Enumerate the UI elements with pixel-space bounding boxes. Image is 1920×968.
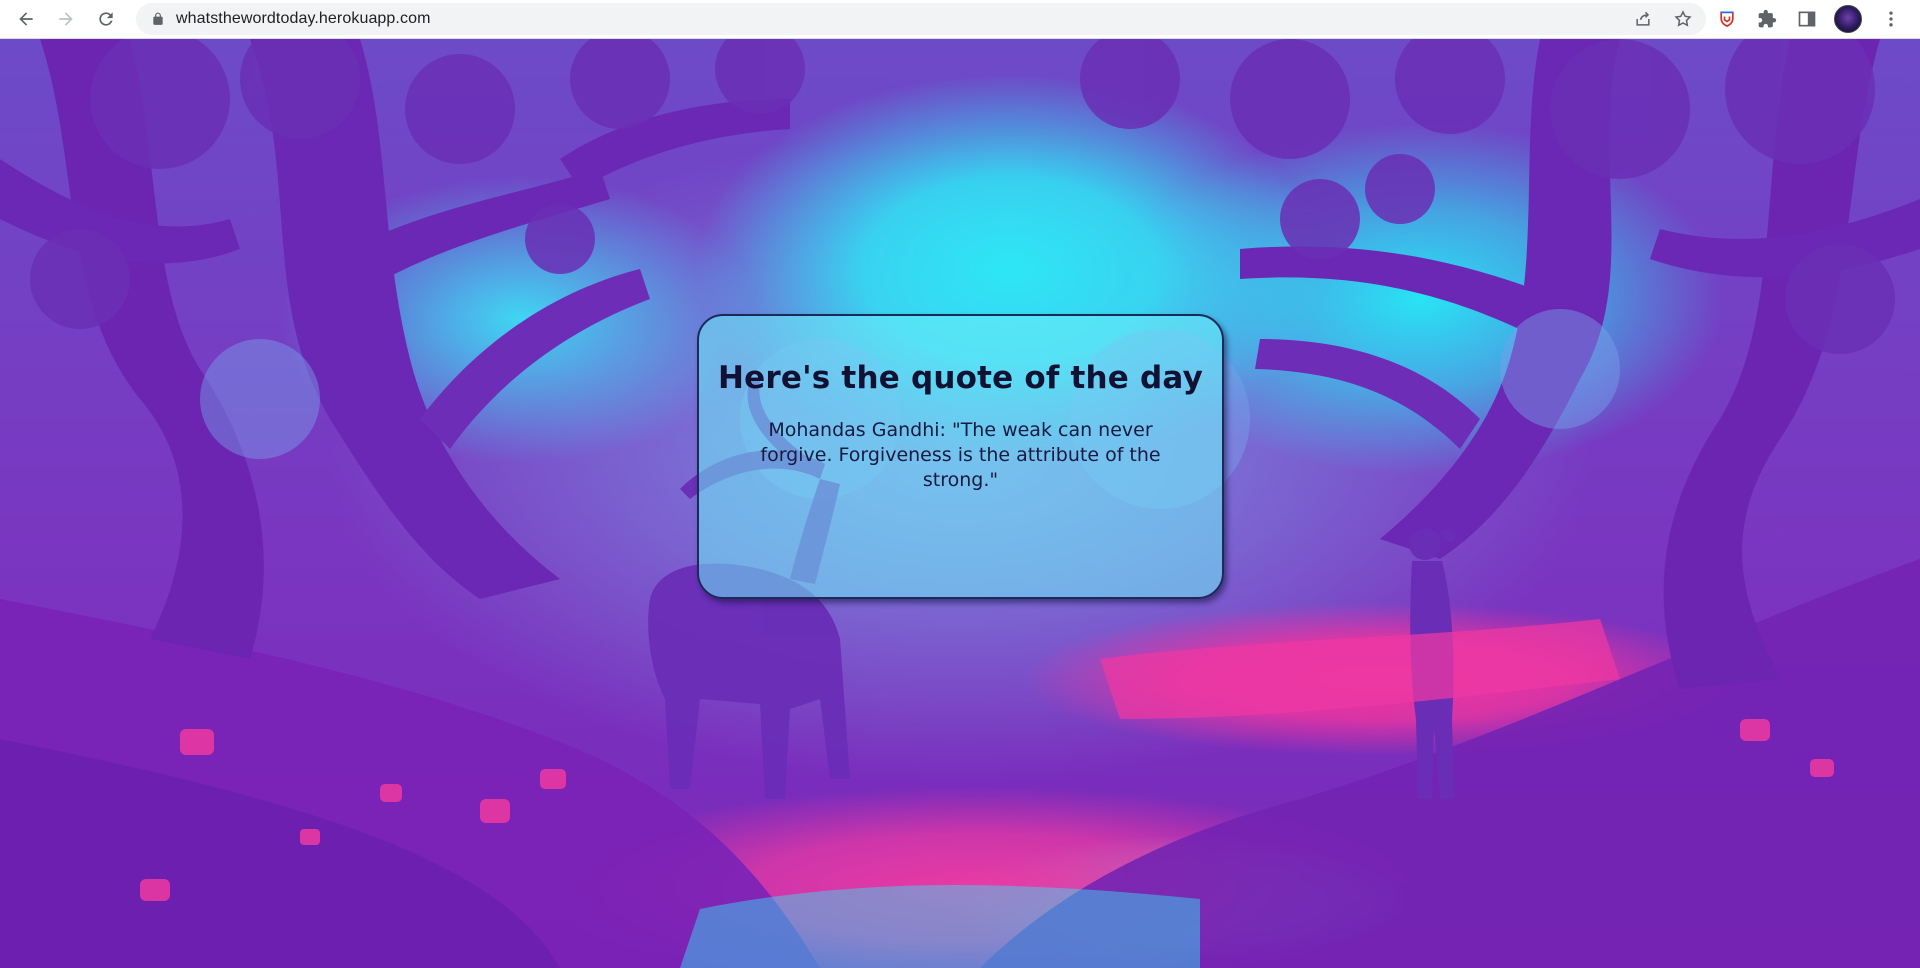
quote-card-title: Here's the quote of the day [718,360,1203,396]
address-bar[interactable]: whatsthewordtoday.herokuapp.com [136,3,1706,35]
page-viewport: Here's the quote of the day Mohandas Gan… [0,39,1920,968]
extensions-area [1714,3,1904,35]
puzzle-icon[interactable] [1754,6,1780,32]
browser-toolbar: whatsthewordtoday.herokuapp.com [0,0,1920,39]
shield-extension-icon[interactable] [1714,6,1740,32]
omnibox-actions [1632,3,1694,35]
side-panel-icon[interactable] [1794,6,1820,32]
kebab-menu-icon[interactable] [1878,6,1904,32]
share-icon[interactable] [1632,8,1654,30]
quote-card: Here's the quote of the day Mohandas Gan… [697,314,1224,599]
back-arrow-icon[interactable] [12,5,40,33]
reload-icon[interactable] [92,5,120,33]
star-icon[interactable] [1672,8,1694,30]
avatar[interactable] [1834,5,1862,33]
forward-arrow-icon[interactable] [52,5,80,33]
quote-text: Mohandas Gandhi: "The weak can never for… [760,419,1161,491]
lock-icon[interactable] [150,11,166,27]
url-text[interactable]: whatsthewordtoday.herokuapp.com [176,10,431,28]
